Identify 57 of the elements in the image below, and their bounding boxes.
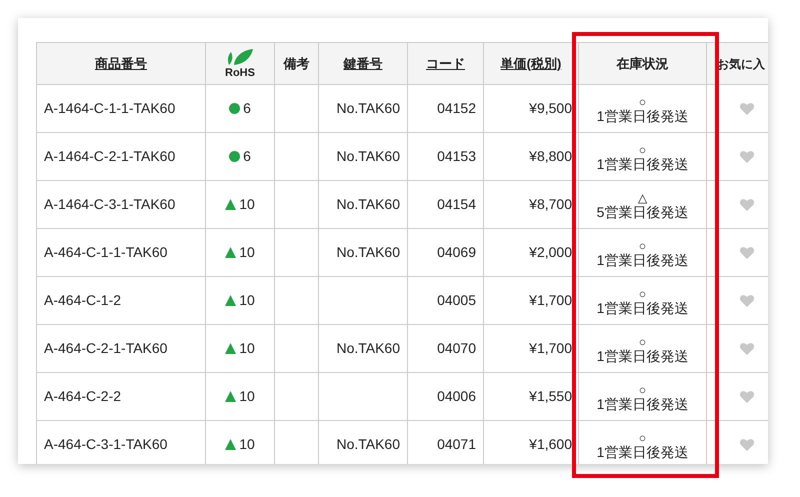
heart-icon[interactable] [740, 247, 754, 260]
table-cell: 04069 [408, 228, 484, 276]
heart-icon[interactable] [740, 439, 754, 452]
status-cell: ○ 1営業日後発送 [578, 132, 706, 180]
heart-icon[interactable] [740, 151, 754, 164]
column-header[interactable]: 商品番号 [36, 42, 206, 84]
status-cell: △ 5営業日後発送 [578, 180, 706, 228]
table-cell: A-464-C-1-2 [36, 276, 206, 324]
table-cell: 04070 [408, 324, 484, 372]
status-cell: ○ 1営業日後発送 [578, 324, 706, 372]
table-cell: No.TAK60 [318, 180, 408, 228]
table-cell: A-1464-C-1-1-TAK60 [36, 84, 206, 132]
column-header[interactable]: コード [408, 42, 484, 84]
heart-icon[interactable] [740, 391, 754, 404]
table-cell: A-464-C-2-1-TAK60 [36, 324, 206, 372]
table-cell: ¥9,500 [484, 84, 578, 132]
table-cell: A-464-C-1-1-TAK60 [36, 228, 206, 276]
stock-cell: 10 [206, 324, 274, 372]
heart-icon[interactable] [740, 295, 754, 308]
stock-cell: 6 [206, 84, 274, 132]
column-header: 備考 [274, 42, 318, 84]
table-cell: ¥1,700 [484, 276, 578, 324]
table-cell: A-1464-C-2-1-TAK60 [36, 132, 206, 180]
table-cell: No.TAK60 [318, 228, 408, 276]
table-cell: No.TAK60 [318, 132, 408, 180]
column-header[interactable]: 鍵番号 [318, 42, 408, 84]
status-cell: ○ 1営業日後発送 [578, 228, 706, 276]
column-header: 在庫状況 [578, 42, 706, 84]
stock-cell: 10 [206, 276, 274, 324]
stock-cell: 10 [206, 180, 274, 228]
table-cell: 04152 [408, 84, 484, 132]
table-cell: 04154 [408, 180, 484, 228]
table-cell: A-464-C-3-1-TAK60 [36, 420, 206, 464]
table-cell: ¥2,000 [484, 228, 578, 276]
table-cell: ¥1,550 [484, 372, 578, 420]
table-cell: ¥8,700 [484, 180, 578, 228]
heart-icon[interactable] [740, 343, 754, 356]
table-cell: ¥8,800 [484, 132, 578, 180]
table-cell: No.TAK60 [318, 324, 408, 372]
leaf-icon [225, 48, 255, 66]
status-cell: ○ 1営業日後発送 [578, 372, 706, 420]
rohs-label: RoHS [225, 68, 255, 79]
table-cell: A-464-C-2-2 [36, 372, 206, 420]
table-cell: A-1464-C-3-1-TAK60 [36, 180, 206, 228]
table-cell: ¥1,700 [484, 324, 578, 372]
status-cell: ○ 1営業日後発送 [578, 276, 706, 324]
heart-icon[interactable] [740, 103, 754, 116]
status-cell: ○ 1営業日後発送 [578, 84, 706, 132]
table-cell: 04006 [408, 372, 484, 420]
stock-cell: 6 [206, 132, 274, 180]
stock-cell: 10 [206, 372, 274, 420]
column-header[interactable]: 単価(税別) [484, 42, 578, 84]
table-cell: 04005 [408, 276, 484, 324]
stock-cell: 10 [206, 228, 274, 276]
table-cell: No.TAK60 [318, 84, 408, 132]
heart-icon[interactable] [740, 199, 754, 212]
table-cell: 04153 [408, 132, 484, 180]
